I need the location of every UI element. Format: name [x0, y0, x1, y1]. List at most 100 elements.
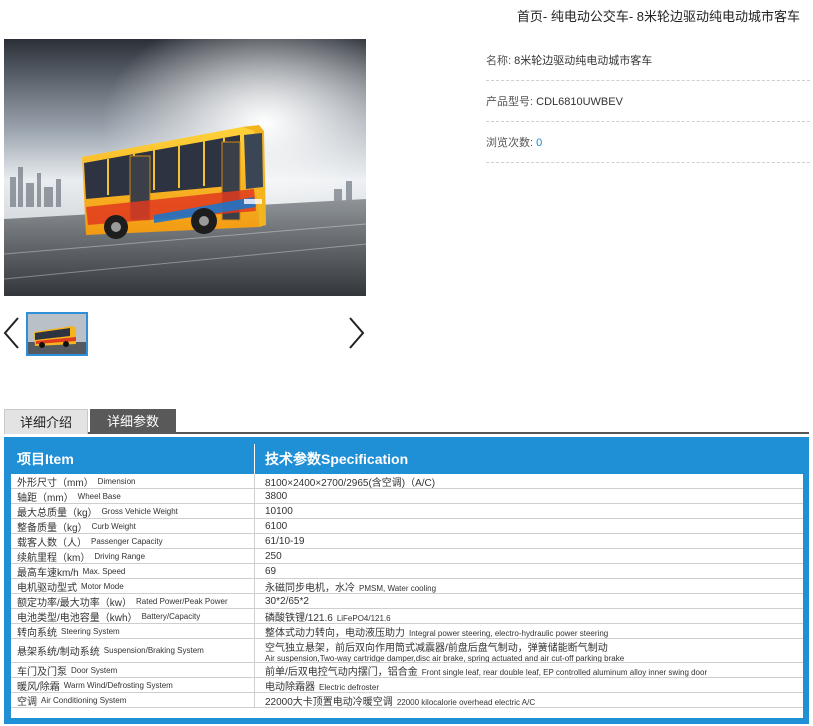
- table-row: 续航里程（km） Driving Range 250: [11, 549, 803, 564]
- spec-item-cn: 转向系统: [17, 627, 57, 639]
- spec-item-cell: 轴距（mm） Wheel Base: [11, 489, 255, 503]
- spec-value-en: LiFePO4/121.6: [336, 613, 391, 623]
- spec-item-en: Gross Vehicle Weight: [101, 506, 178, 516]
- spec-item-cn: 外形尺寸（mm）: [17, 477, 94, 489]
- spec-value-en: Electric defroster: [319, 682, 380, 692]
- spec-value-cell: 3800: [255, 489, 803, 503]
- product-model-row: 产品型号: CDL6810UWBEV: [486, 81, 810, 122]
- spec-item-en: Motor Mode: [81, 581, 124, 591]
- spec-value-cell: 永磁同步电机，水冷 PMSM, Water cooling: [255, 579, 803, 594]
- spec-value-line: 磷酸铁锂/121.6 LiFePO4/121.6: [265, 609, 803, 624]
- thumbnail-strip: [0, 310, 370, 358]
- product-name-row: 名称: 8米轮边驱动纯电动城市客车: [486, 40, 810, 81]
- spec-item-cell: 电机驱动型式 Motor Mode: [11, 579, 255, 593]
- spec-item-cell: 额定功率/最大功率（kw） Rated Power/Peak Power: [11, 594, 255, 608]
- product-model-value: CDL6810UWBEV: [536, 96, 623, 108]
- tab-detail-params[interactable]: 详细参数: [90, 409, 176, 434]
- spec-value-cell: 61/10-19: [255, 534, 803, 548]
- spec-table: 项目Item 技术参数Specification 外形尺寸（mm） Dimensi…: [4, 437, 809, 724]
- spec-rows: 外形尺寸（mm） Dimension 8100×2400×2700/2965(含空调…: [11, 474, 803, 708]
- spec-value-en: 22000 kilocalorie overhead electric A/C: [396, 697, 536, 707]
- spec-value-cell: 10100: [255, 504, 803, 518]
- spec-item-en: Curb Weight: [91, 521, 136, 531]
- table-row: 整备质量（kg） Curb Weight 6100: [11, 519, 803, 534]
- spec-value: 整体式动力转向，电动液压助力: [265, 627, 405, 639]
- spec-value: 前单/后双电控气动内摆门，铝合金: [265, 666, 418, 678]
- spec-item-en: Driving Range: [94, 551, 146, 561]
- spec-item-cell: 最高车速km/h Max. Speed: [11, 564, 255, 578]
- spec-value-cell: 22000大卡顶置电动冷暖空调 22000 kilocalorie overhea…: [255, 693, 803, 708]
- spec-value: 磷酸铁锂/121.6: [265, 612, 333, 624]
- chevron-left-icon[interactable]: [2, 316, 22, 350]
- spec-item-cell: 暖风/除霜 Warm Wind/Defrosting System: [11, 678, 255, 692]
- view-count-label: 浏览次数:: [486, 137, 534, 149]
- bus-photo-illustration: [4, 39, 366, 296]
- spec-item-cn: 续航里程（km）: [17, 552, 91, 564]
- view-count-row: 浏览次数: 0: [486, 122, 810, 163]
- table-row: 电机驱动型式 Motor Mode 永磁同步电机，水冷 PMSM, Water coo…: [11, 579, 803, 594]
- table-row: 最高车速km/h Max. Speed 69: [11, 564, 803, 579]
- spec-value-line: 250: [265, 551, 803, 562]
- table-row: 轴距（mm） Wheel Base 3800: [11, 489, 803, 504]
- spec-value-cell: 前单/后双电控气动内摆门，铝合金 Front single leaf, rear …: [255, 663, 803, 678]
- spec-item-en: Dimension: [97, 476, 136, 486]
- spec-value: 30*2/65*2: [265, 595, 309, 607]
- spec-item-cn: 空调: [17, 696, 37, 708]
- spec-value-line: 69: [265, 566, 803, 577]
- spec-value: 69: [265, 565, 277, 577]
- spec-value-cell: 250: [255, 549, 803, 563]
- spec-item-cn: 最大总质量（kg）: [17, 507, 98, 519]
- product-main-photo[interactable]: [4, 39, 366, 296]
- table-row: 转向系统 Steering System 整体式动力转向，电动液压助力 Integra…: [11, 624, 803, 639]
- table-row: 额定功率/最大功率（kw） Rated Power/Peak Power 30*2/…: [11, 594, 803, 609]
- spec-item-cn: 额定功率/最大功率（kw）: [17, 597, 132, 609]
- spec-value: 空气独立悬架，前后双向作用筒式减震器/前盘后盘气制动，弹簧储能断气制动: [265, 642, 608, 654]
- spec-value: 10100: [265, 505, 293, 517]
- spec-value-line: 电动除霜器 Electric defroster: [265, 678, 803, 693]
- spec-value-line: 6100: [265, 521, 803, 532]
- spec-value-en: Front single leaf, rear double leaf, EP …: [421, 667, 708, 677]
- spec-value-sub: Air suspension,Two-way cartridge damper,…: [265, 653, 625, 663]
- spec-item-cn: 车门及门泵: [17, 666, 67, 678]
- product-thumbnail[interactable]: [26, 312, 88, 356]
- chevron-right-icon[interactable]: [346, 316, 366, 350]
- table-row: 暖风/除霜 Warm Wind/Defrosting System 电动除霜器 Ele…: [11, 678, 803, 693]
- spec-item-cell: 载客人数（人） Passenger Capacity: [11, 534, 255, 548]
- spec-item-cell: 悬架系统/制动系统 Suspension/Braking System: [11, 639, 255, 662]
- spec-value-en: Integral power steering, electro-hydraul…: [409, 628, 609, 638]
- product-name-value: 8米轮边驱动纯电动城市客车: [514, 55, 653, 67]
- spec-item-cell: 电池类型/电池容量（kwh） Battery/Capacity: [11, 609, 255, 623]
- spec-item-en: Door System: [71, 665, 118, 675]
- header-item: 项目Item: [11, 444, 255, 474]
- spec-value-line: 8100×2400×2700/2965(含空调)（A/C): [265, 474, 803, 489]
- spec-value: 3800: [265, 490, 288, 502]
- spec-value-cell: 磷酸铁锂/121.6 LiFePO4/121.6: [255, 609, 803, 624]
- table-row: 电池类型/电池容量（kwh） Battery/Capacity 磷酸铁锂/121.6…: [11, 609, 803, 624]
- table-row: 载客人数（人） Passenger Capacity 61/10-19: [11, 534, 803, 549]
- spec-table-body: 项目Item 技术参数Specification 外形尺寸（mm） Dimensi…: [10, 444, 803, 718]
- spec-item-cell: 空调 Air Conditioning System: [11, 693, 255, 707]
- spec-item-cn: 暖风/除霜: [17, 681, 60, 693]
- spec-value: 永磁同步电机，水冷: [265, 582, 355, 594]
- spec-value-en: PMSM, Water cooling: [359, 583, 437, 593]
- spec-value-line: 前单/后双电控气动内摆门，铝合金 Front single leaf, rear …: [265, 663, 803, 678]
- spec-value-line: 空气独立悬架，前后双向作用筒式减震器/前盘后盘气制动，弹簧储能断气制动: [265, 639, 803, 654]
- spec-item-cn: 轴距（mm）: [17, 492, 74, 504]
- tab-detail-intro[interactable]: 详细介绍: [4, 409, 88, 434]
- spec-value: 22000大卡顶置电动冷暖空调: [265, 696, 393, 708]
- spec-value-line: 61/10-19: [265, 536, 803, 547]
- bus-thumbnail-illustration: [28, 314, 86, 354]
- spec-item-en: Wheel Base: [77, 491, 121, 501]
- spec-item-en: Rated Power/Peak Power: [136, 596, 228, 606]
- spec-item-en: Warm Wind/Defrosting System: [63, 680, 173, 690]
- spec-item-cn: 载客人数（人）: [17, 537, 87, 549]
- product-name-label: 名称:: [486, 55, 512, 67]
- table-row: 悬架系统/制动系统 Suspension/Braking System 空气独立悬架…: [11, 639, 803, 663]
- breadcrumb[interactable]: 首页- 纯电动公交车- 8米轮边驱动纯电动城市客车: [517, 6, 800, 25]
- spec-item-cell: 整备质量（kg） Curb Weight: [11, 519, 255, 533]
- spec-item-en: Steering System: [61, 626, 120, 636]
- spec-value-line: 永磁同步电机，水冷 PMSM, Water cooling: [265, 579, 803, 594]
- table-row: 空调 Air Conditioning System 22000大卡顶置电动冷暖空调…: [11, 693, 803, 708]
- spec-value-cell: 30*2/65*2: [255, 594, 803, 608]
- spec-value: 6100: [265, 520, 288, 532]
